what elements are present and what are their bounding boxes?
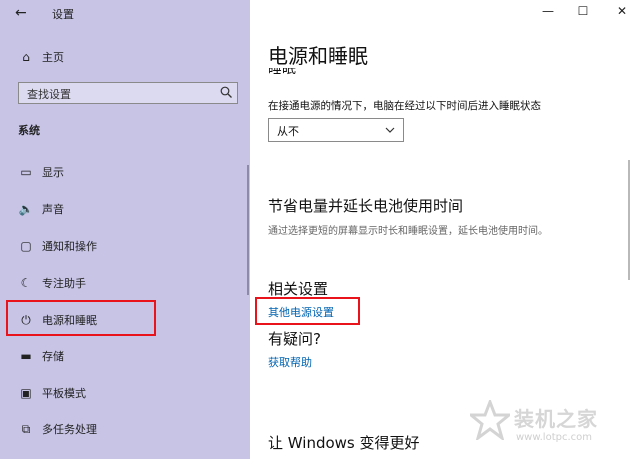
watermark-title: 装机之家 xyxy=(514,407,598,431)
page-title: 电源和睡眠 xyxy=(268,44,368,68)
sidebar-item-label: 平板模式 xyxy=(42,387,86,400)
sidebar-item-notifications[interactable]: ▢ 通知和操作 xyxy=(0,231,250,261)
highlight-box-power-sleep xyxy=(6,300,156,336)
sidebar-item-label: 主页 xyxy=(42,51,64,64)
tablet-icon: ▣ xyxy=(20,386,32,400)
moon-icon: ☾ xyxy=(20,276,32,290)
search-input[interactable]: 查找设置 xyxy=(18,82,238,104)
back-arrow-icon[interactable]: ← xyxy=(15,5,27,21)
sidebar-scrollbar[interactable] xyxy=(247,165,249,295)
highlight-box-power-link xyxy=(255,297,360,325)
sleep-timeout-dropdown[interactable]: 从不 xyxy=(268,118,404,142)
home-icon: ⌂ xyxy=(22,50,30,64)
sleep-heading-text: 睡眠 xyxy=(268,68,296,77)
chevron-down-icon xyxy=(385,127,395,133)
sidebar-item-label: 显示 xyxy=(42,166,64,179)
sidebar-item-sound[interactable]: 🔈 声音 xyxy=(0,194,250,224)
minimize-button[interactable]: — xyxy=(538,4,558,18)
sidebar-item-label: 专注助手 xyxy=(42,277,86,290)
search-icon xyxy=(220,86,232,98)
sidebar-item-focus-assist[interactable]: ☾ 专注助手 xyxy=(0,268,250,298)
sleep-description: 在接通电源的情况下，电脑在经过以下时间后进入睡眠状态 xyxy=(268,100,541,112)
notification-icon: ▢ xyxy=(20,239,32,253)
sidebar-item-display[interactable]: ▭ 显示 xyxy=(0,157,250,187)
section-title: 系统 xyxy=(18,124,40,137)
star-logo-icon xyxy=(470,400,510,440)
dropdown-value: 从不 xyxy=(277,125,299,138)
main-scrollbar[interactable] xyxy=(628,160,630,280)
maximize-button[interactable]: ☐ xyxy=(573,4,593,18)
monitor-icon: ▭ xyxy=(20,165,32,179)
speaker-icon: 🔈 xyxy=(18,202,34,216)
sidebar-item-multitasking[interactable]: ⧉ 多任务处理 xyxy=(0,414,250,444)
sidebar-item-storage[interactable]: ▬ 存储 xyxy=(0,341,250,371)
save-battery-description: 通过选择更短的屏幕显示时长和睡眠设置，延长电池使用时间。 xyxy=(268,226,548,237)
sidebar: ← 设置 ⌂ 主页 查找设置 系统 ▭ 显示 🔈 声音 ▢ 通知和操作 ☾ 专注… xyxy=(0,0,250,459)
sidebar-item-label: 声音 xyxy=(42,203,64,216)
make-windows-better-heading: 让 Windows 变得更好 xyxy=(268,434,420,452)
sidebar-item-label: 存储 xyxy=(42,350,64,363)
app-title: 设置 xyxy=(52,8,74,21)
sleep-heading-partial: 睡眠 xyxy=(268,68,296,79)
sidebar-item-label: 多任务处理 xyxy=(42,423,97,436)
main-pane: — ☐ ✕ 电源和睡眠 睡眠 在接通电源的情况下，电脑在经过以下时间后进入睡眠状… xyxy=(250,0,640,459)
multitask-icon: ⧉ xyxy=(21,422,31,436)
save-battery-heading: 节省电量并延长电池使用时间 xyxy=(268,197,464,215)
get-help-link[interactable]: 获取帮助 xyxy=(268,354,312,370)
sidebar-item-label: 通知和操作 xyxy=(42,240,97,253)
sidebar-item-tablet[interactable]: ▣ 平板模式 xyxy=(0,378,250,408)
sidebar-item-home[interactable]: ⌂ 主页 xyxy=(0,42,250,72)
related-settings-heading: 相关设置 xyxy=(268,280,329,298)
search-placeholder: 查找设置 xyxy=(27,88,71,101)
titlebar-left: ← 设置 xyxy=(0,0,250,28)
watermark-url: www.lotpc.com xyxy=(516,432,592,443)
storage-icon: ▬ xyxy=(20,349,32,363)
watermark: 装机之家 www.lotpc.com xyxy=(470,400,640,459)
close-button[interactable]: ✕ xyxy=(612,4,632,18)
question-heading: 有疑问? xyxy=(268,330,321,348)
